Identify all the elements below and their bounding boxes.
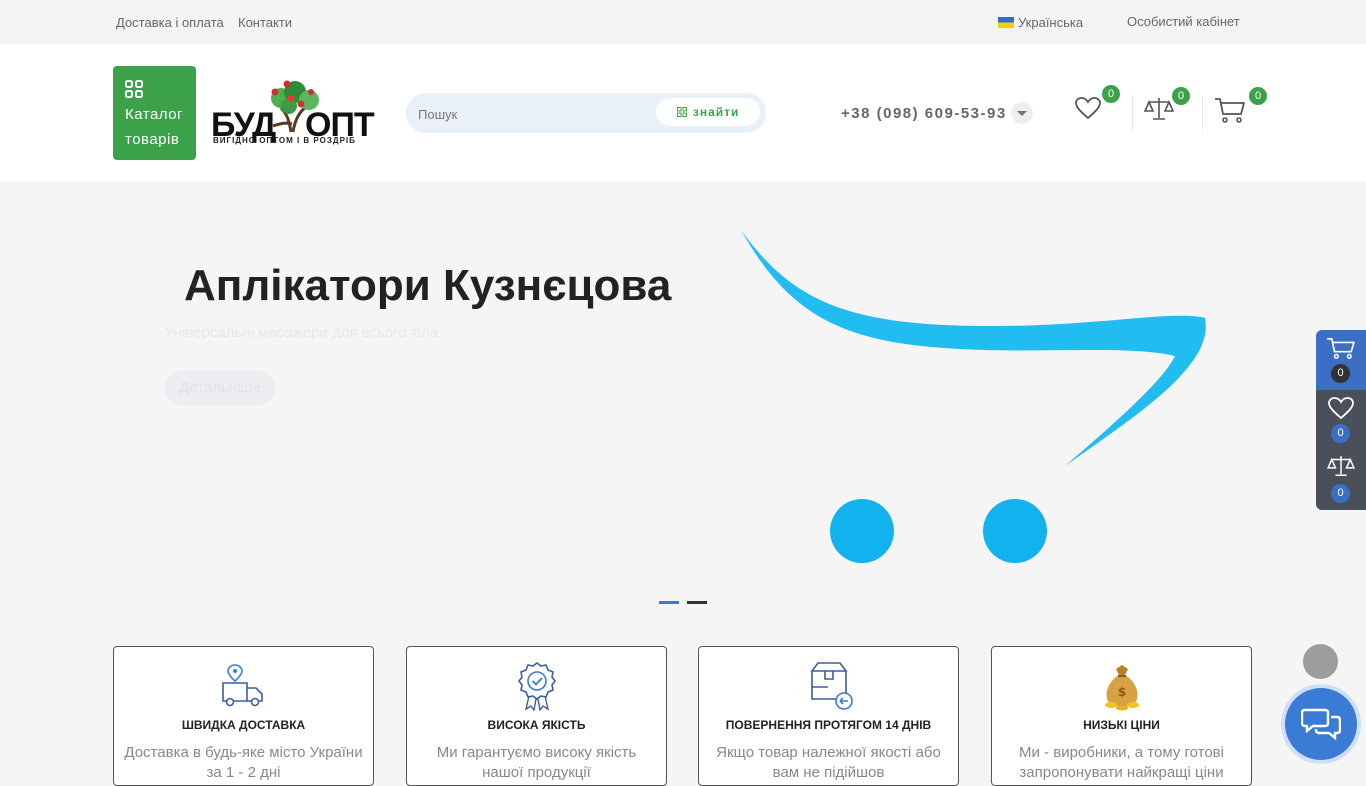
scales-icon [1327,455,1355,476]
ukraine-flag-icon [998,17,1014,28]
shopping-cart-illustration [741,230,1206,563]
search-input[interactable] [416,103,650,125]
feature-card: $ НИЗЬКІ ЦІНИ Ми - виробники, а тому гот… [991,646,1252,786]
slide-dot-1[interactable] [659,601,679,604]
catalog-label-2: товарів [125,131,180,148]
logo[interactable]: БУД ОПТ ВИГІДНО ОПТОМ І В РОЗДРІБ [211,80,377,148]
slide-dot-2[interactable] [687,601,707,604]
side-cart-count: 0 [1331,364,1350,383]
heart-icon [1075,97,1101,120]
compare-button[interactable]: 0 [1143,87,1190,127]
side-compare-count: 0 [1331,484,1350,503]
top-bar: Доставка і оплата Контакти Українська Ос… [0,0,1366,44]
feature-description: Доставка в будь-яке місто України за 1 -… [124,744,363,781]
language-selector[interactable]: Українська [998,15,1083,30]
scales-icon [1143,98,1175,120]
feature-title: НИЗЬКІ ЦІНИ [1083,718,1160,732]
compare-count-badge: 0 [1172,87,1190,105]
return-box-icon [810,662,853,710]
search-button[interactable]: знайти [656,98,760,126]
phone-number[interactable]: +38 (098) 609-53-93 [841,105,1007,122]
cart-icon [1327,337,1355,359]
grid-icon [125,80,143,98]
search-button-label: знайти [692,105,740,119]
header-divider [1202,96,1203,130]
feature-description: Якщо товар належної якості або вам не пі… [716,744,941,781]
money-bag-icon: $ [1105,665,1139,711]
hero-subtitle: Універсальні масажери для всього тіла [165,324,439,341]
feature-title: ШВИДКА ДОСТАВКА [181,718,306,732]
wishlist-button[interactable]: 0 [1074,85,1120,125]
chat-widget-button[interactable] [1285,688,1357,760]
feature-card: ШВИДКА ДОСТАВКА Доставка в будь-яке міст… [113,646,374,786]
side-cart-button[interactable]: 0 [1316,330,1366,390]
feature-card: ВИСОКА ЯКІСТЬ Ми гарантуємо високу якіст… [406,646,667,786]
side-wishlist-count: 0 [1331,424,1350,443]
contacts-link[interactable]: Контакти [238,15,292,30]
feature-card: ПОВЕРНЕННЯ ПРОТЯГОМ 14 ДНІВ Якщо товар н… [698,646,959,786]
catalog-label-1: Каталог [125,106,184,123]
language-label: Українська [1018,15,1084,30]
svg-text:$: $ [1118,685,1126,699]
hero-details-button[interactable]: Детальніше [165,371,275,405]
hero-title: Аплікатори Кузнєцова [184,261,672,310]
cart-button[interactable]: 0 [1214,87,1267,129]
side-quick-panel: 0 0 0 [1316,330,1366,510]
feature-description: Ми - виробники, а тому готові запропонув… [1019,744,1224,781]
cart-count-badge: 0 [1249,87,1267,105]
account-link[interactable]: Особистий кабінет [1127,14,1240,29]
truck-icon [222,664,263,707]
delivery-link[interactable]: Доставка і оплата [116,15,224,30]
quality-badge-icon [518,662,556,711]
phone-dropdown-button[interactable] [1011,102,1033,124]
header: Каталог товарів БУД ОПТ ВИГІДНО ОПТОМ І В… [0,44,1366,181]
header-divider [1132,96,1133,130]
logo-slogan: ВИГІДНО ОПТОМ І В РОЗДРІБ [213,136,356,145]
chat-bubbles-icon [1301,708,1341,741]
feature-title: ВИСОКА ЯКІСТЬ [487,718,586,732]
side-compare-button[interactable]: 0 [1316,450,1366,510]
grid-small-icon [676,107,687,117]
feature-title: ПОВЕРНЕННЯ ПРОТЯГОМ 14 ДНІВ [725,718,932,732]
scroll-to-top-button[interactable] [1303,644,1338,679]
search-bar: знайти [406,93,766,133]
heart-icon [1328,397,1354,420]
feature-description: Ми гарантуємо високу якість нашої продук… [436,744,637,781]
hero-slider[interactable]: Аплікатори Кузнєцова Універсальні масаже… [0,181,1366,621]
catalog-button[interactable]: Каталог товарів [113,66,196,160]
cart-icon [1215,98,1245,123]
wishlist-count-badge: 0 [1102,85,1120,103]
side-wishlist-button[interactable]: 0 [1316,390,1366,450]
